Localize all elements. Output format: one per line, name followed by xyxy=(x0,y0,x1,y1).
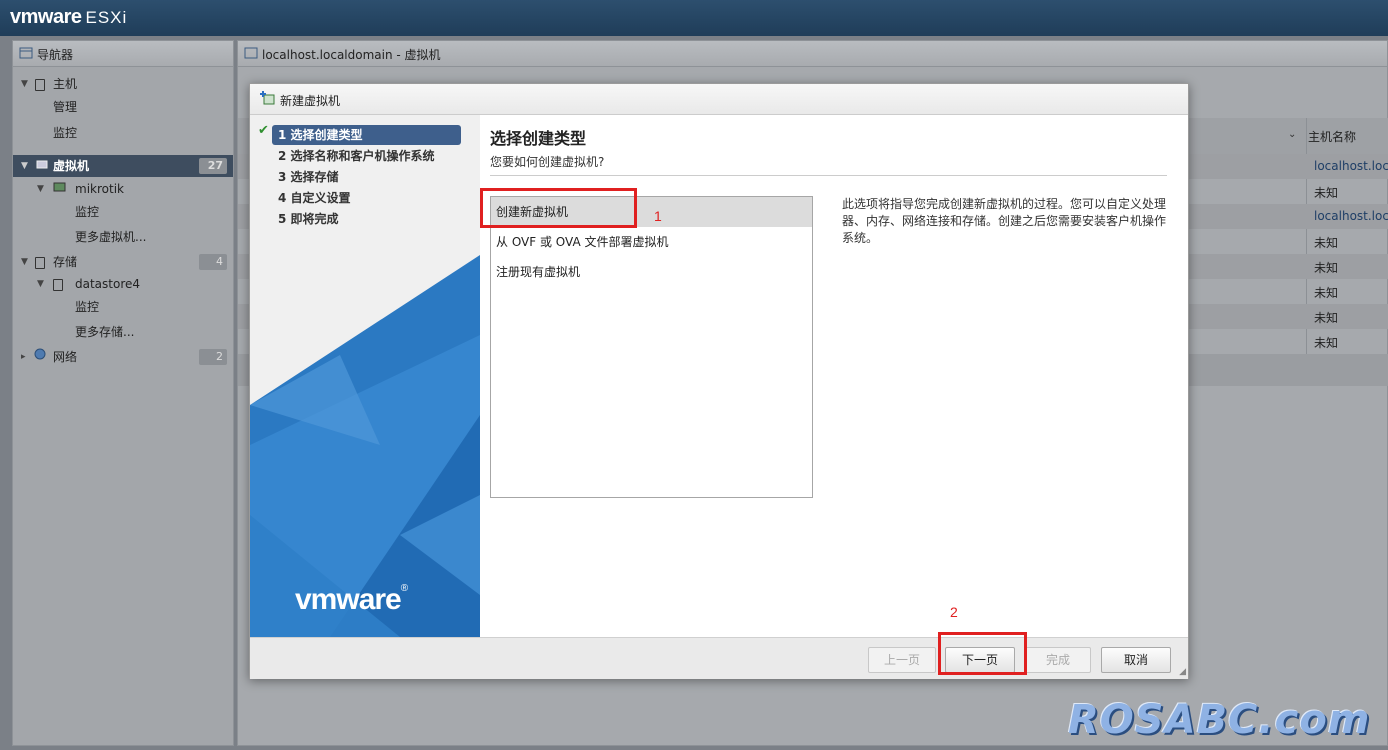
step-2[interactable]: 2 选择名称和客户机操作系统 xyxy=(272,146,461,166)
nav-host-monitor[interactable]: 监控 xyxy=(13,122,233,144)
navigator-panel: 导航器 ▼ 主机 管理 监控 ▼ 虚拟机 27 ▼ mikrotik 监控 更多… xyxy=(12,40,234,746)
creation-type-list: 创建新虚拟机 从 OVF 或 OVA 文件部署虚拟机 注册现有虚拟机 xyxy=(490,196,813,498)
step-5[interactable]: 5 即将完成 xyxy=(272,209,461,229)
nav-storage-label: 存储 xyxy=(53,255,78,269)
option-label: 从 OVF 或 OVA 文件部署虚拟机 xyxy=(496,235,669,249)
step-label: 4 自定义设置 xyxy=(278,191,351,205)
nav-more-storage-label: 更多存储... xyxy=(75,325,135,339)
brand-text: vmware xyxy=(10,6,82,28)
sort-chevron-icon[interactable]: ⌄ xyxy=(1288,129,1296,140)
nav-vm-mikrotik[interactable]: ▼ mikrotik xyxy=(13,178,233,200)
storage-count-badge: 4 xyxy=(199,254,227,270)
step-label: 5 即将完成 xyxy=(278,212,339,226)
annotation-box-1 xyxy=(480,188,637,228)
vmware-logo: vmware® xyxy=(295,583,408,616)
step-4[interactable]: 4 自定义设置 xyxy=(272,188,461,208)
nav-network[interactable]: ▸ 网络 2 xyxy=(13,346,233,368)
window-icon xyxy=(244,47,258,62)
navigator-icon xyxy=(19,47,33,62)
navigator-title: 导航器 xyxy=(37,48,74,62)
nav-host-label: 主机 xyxy=(53,77,78,91)
host-icon xyxy=(35,73,49,95)
top-bar: vmware ESXi xyxy=(0,0,1388,36)
table-cell: 未知 xyxy=(1314,336,1339,350)
logo-text: vmware xyxy=(295,583,402,616)
option-deploy-ovf[interactable]: 从 OVF 或 OVA 文件部署虚拟机 xyxy=(491,227,812,257)
nav-vms-label: 虚拟机 xyxy=(53,159,90,173)
dialog-footer: 上一页 下一页 完成 取消 ◢ xyxy=(250,637,1188,679)
collapse-arrow-icon[interactable]: ▼ xyxy=(37,178,44,200)
vm-running-icon xyxy=(53,178,67,200)
step-3[interactable]: 3 选择存储 xyxy=(272,167,461,187)
nav-vm-monitor[interactable]: 监控 xyxy=(13,201,233,223)
step-label: 3 选择存储 xyxy=(278,170,339,184)
product-text: ESXi xyxy=(85,8,128,27)
table-cell: 未知 xyxy=(1314,311,1339,325)
annotation-number-1: 1 xyxy=(654,208,662,224)
table-cell: localhost.local xyxy=(1314,159,1388,173)
table-cell: 未知 xyxy=(1314,186,1339,200)
watermark: ROSABC.com xyxy=(1068,697,1371,743)
nav-datastore4-label: datastore4 xyxy=(75,277,141,291)
option-description: 此选项将指导您完成创建新虚拟机的过程。您可以自定义处理器、内存、网络连接和存储。… xyxy=(842,197,1167,245)
step-complete-check-icon: ✔ xyxy=(258,123,269,138)
vmware-esxi-logo: vmware ESXi xyxy=(10,6,127,29)
step-label: 1 选择创建类型 xyxy=(278,128,363,142)
navigator-header: 导航器 xyxy=(13,41,233,67)
nav-vms[interactable]: ▼ 虚拟机 27 xyxy=(13,155,233,177)
annotation-box-2 xyxy=(938,632,1027,675)
main-header: localhost.localdomain - 虚拟机 xyxy=(238,41,1387,67)
nav-more-vms-label: 更多虚拟机... xyxy=(75,230,147,244)
nav-host-monitor-label: 监控 xyxy=(53,126,78,140)
prev-button[interactable]: 上一页 xyxy=(868,647,936,673)
nav-ds-monitor-label: 监控 xyxy=(75,300,100,314)
table-cell: 未知 xyxy=(1314,236,1339,250)
datastore-icon xyxy=(53,273,67,295)
collapse-arrow-icon[interactable]: ▼ xyxy=(21,155,28,177)
collapse-arrow-icon[interactable]: ▼ xyxy=(21,73,28,95)
page-subtitle: 您要如何创建虚拟机? xyxy=(490,155,605,169)
nav-more-storage[interactable]: 更多存储... xyxy=(13,321,233,343)
wizard-steps-panel: ✔ 1 选择创建类型 2 选择名称和客户机操作系统 3 选择存储 4 自定义设置… xyxy=(250,115,480,637)
nav-vm-monitor-label: 监控 xyxy=(75,205,100,219)
step-1[interactable]: 1 选择创建类型 xyxy=(272,125,461,145)
vm-count-badge: 27 xyxy=(199,158,227,174)
nav-datastore4[interactable]: ▼ datastore4 xyxy=(13,273,233,295)
expand-arrow-icon[interactable]: ▸ xyxy=(21,346,26,368)
cancel-button[interactable]: 取消 xyxy=(1101,647,1171,673)
option-label: 注册现有虚拟机 xyxy=(496,265,581,279)
nav-more-vms[interactable]: 更多虚拟机... xyxy=(13,226,233,248)
nav-network-label: 网络 xyxy=(53,350,78,364)
dialog-title: 新建虚拟机 xyxy=(280,94,341,108)
nav-ds-monitor[interactable]: 监控 xyxy=(13,296,233,318)
nav-storage[interactable]: ▼ 存储 4 xyxy=(13,251,233,273)
column-header-hostname[interactable]: 主机名称 xyxy=(1308,128,1388,145)
storage-icon xyxy=(35,251,49,273)
main-title: localhost.localdomain - 虚拟机 xyxy=(262,48,441,62)
collapse-arrow-icon[interactable]: ▼ xyxy=(21,251,28,273)
page-title: 选择创建类型 xyxy=(490,129,587,148)
new-vm-dialog: 新建虚拟机 ✔ 1 选择创建类型 2 选择名称和客户机操作系统 3 选择存储 4… xyxy=(249,83,1189,679)
annotation-number-2: 2 xyxy=(950,604,958,620)
step-label: 2 选择名称和客户机操作系统 xyxy=(278,149,435,163)
option-register-vm[interactable]: 注册现有虚拟机 xyxy=(491,257,812,287)
table-cell: 未知 xyxy=(1314,286,1339,300)
collapse-arrow-icon[interactable]: ▼ xyxy=(37,273,44,295)
network-icon xyxy=(33,346,49,368)
resize-grip-icon[interactable]: ◢ xyxy=(1179,667,1186,677)
dialog-titlebar: 新建虚拟机 xyxy=(250,84,1188,115)
nav-manage[interactable]: 管理 xyxy=(13,96,233,118)
network-count-badge: 2 xyxy=(199,349,227,365)
finish-button[interactable]: 完成 xyxy=(1025,647,1091,673)
new-vm-icon xyxy=(260,91,276,110)
divider xyxy=(490,175,1167,176)
nav-vm-mikrotik-label: mikrotik xyxy=(75,182,124,196)
nav-manage-label: 管理 xyxy=(53,100,78,114)
table-cell: localhost.local xyxy=(1314,209,1388,223)
table-cell: 未知 xyxy=(1314,261,1339,275)
vm-icon xyxy=(35,155,49,177)
nav-host[interactable]: ▼ 主机 xyxy=(13,73,233,95)
